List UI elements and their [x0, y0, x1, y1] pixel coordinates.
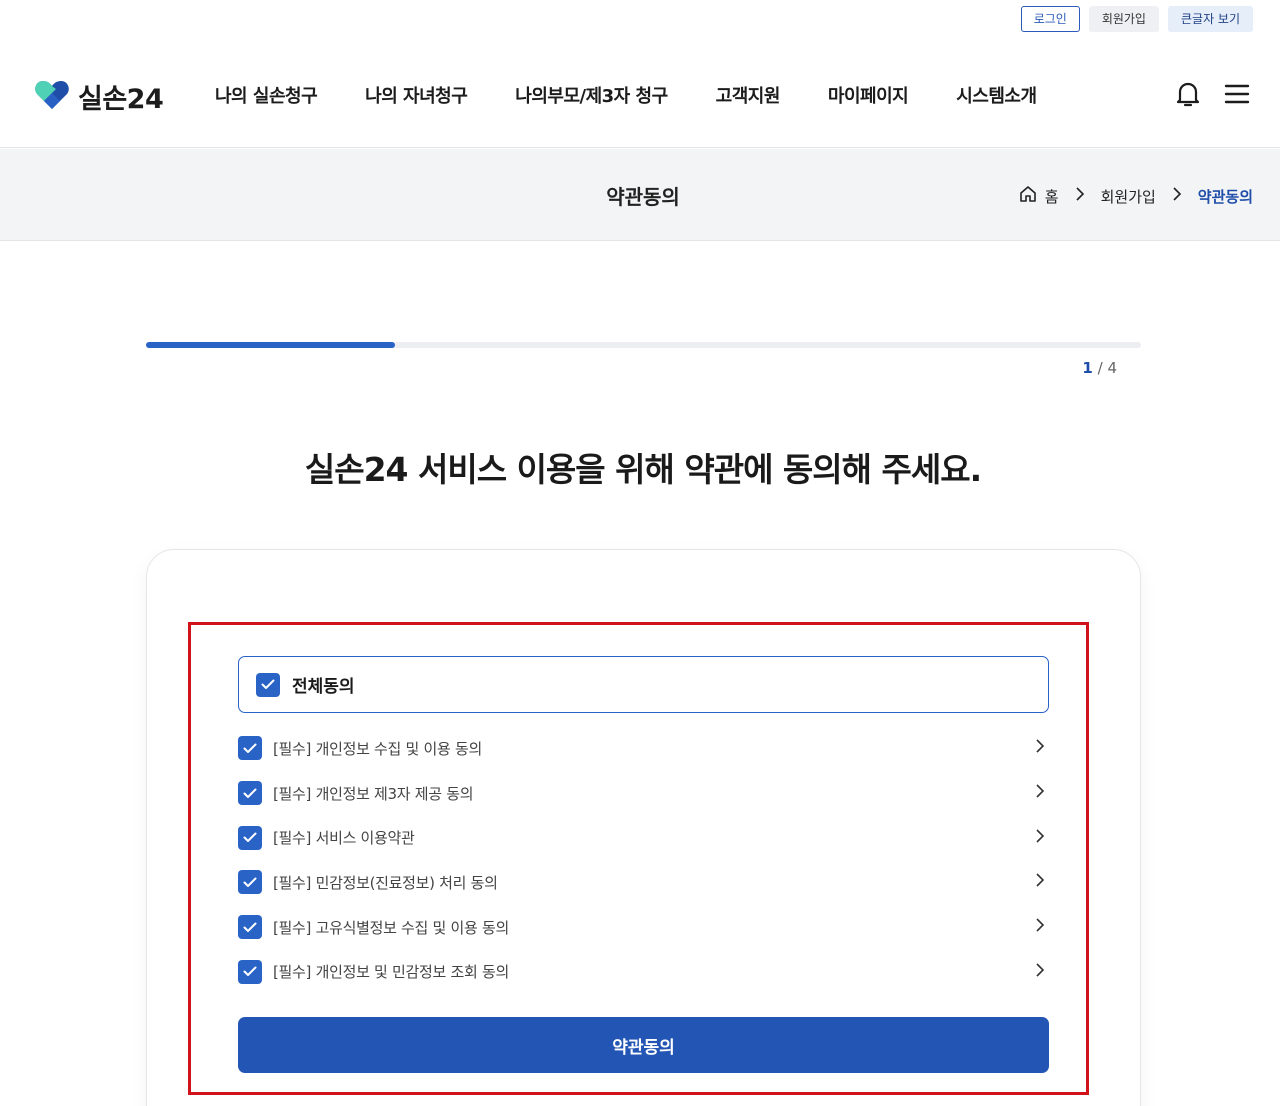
- nav-item-parent-third-claim[interactable]: 나의부모/제3자 청구: [515, 82, 668, 108]
- header-actions: [1174, 80, 1250, 112]
- nav-item-my-claim[interactable]: 나의 실손청구: [215, 82, 318, 108]
- chevron-right-icon[interactable]: [1035, 962, 1045, 982]
- breadcrumb-home[interactable]: 홈: [1019, 185, 1059, 207]
- utility-bar: 로그인 회원가입 큰글자 보기: [1020, 6, 1253, 32]
- main-nav: 나의 실손청구 나의 자녀청구 나의부모/제3자 청구 고객지원 마이페이지 시…: [215, 82, 1037, 108]
- breadcrumb: 홈 회원가입 약관동의: [1019, 185, 1253, 207]
- step-separator: /: [1092, 359, 1108, 377]
- hamburger-menu-icon[interactable]: [1224, 83, 1250, 109]
- breadcrumb-home-label: 홈: [1044, 187, 1059, 206]
- home-icon: [1019, 185, 1037, 207]
- checkbox-checked-icon: [256, 672, 280, 697]
- breadcrumb-current: 약관동의: [1197, 187, 1253, 206]
- chevron-right-icon[interactable]: [1035, 872, 1045, 892]
- progress-bar-fill: [146, 342, 395, 348]
- bell-icon[interactable]: [1174, 80, 1202, 112]
- term-item[interactable]: [필수] 개인정보 제3자 제공 동의: [238, 771, 1049, 816]
- step-current: 1: [1082, 359, 1093, 377]
- chevron-right-icon: [1075, 187, 1085, 205]
- term-item[interactable]: [필수] 민감정보(진료정보) 처리 동의: [238, 860, 1049, 905]
- term-label: [필수] 개인정보 수집 및 이용 동의: [273, 739, 482, 758]
- site-header: 실손24 나의 실손청구 나의 자녀청구 나의부모/제3자 청구 고객지원 마이…: [0, 40, 1280, 148]
- large-text-button[interactable]: 큰글자 보기: [1167, 6, 1253, 32]
- term-label: [필수] 개인정보 제3자 제공 동의: [273, 784, 474, 803]
- agree-submit-button[interactable]: 약관동의: [238, 1017, 1049, 1073]
- brand-name: 실손24: [78, 84, 164, 115]
- nav-item-child-claim[interactable]: 나의 자녀청구: [365, 82, 468, 108]
- login-button[interactable]: 로그인: [1020, 6, 1080, 32]
- term-label: [필수] 민감정보(진료정보) 처리 동의: [273, 873, 498, 892]
- site-logo[interactable]: 실손24: [34, 77, 164, 116]
- term-label: [필수] 서비스 이용약관: [273, 829, 415, 848]
- checkbox-checked-icon[interactable]: [238, 915, 262, 940]
- term-item[interactable]: [필수] 개인정보 및 민감정보 조회 동의: [238, 949, 1049, 994]
- checkbox-checked-icon[interactable]: [238, 736, 262, 761]
- nav-item-support[interactable]: 고객지원: [716, 82, 781, 108]
- agree-all-label: 전체동의: [292, 677, 355, 697]
- term-item[interactable]: [필수] 서비스 이용약관: [238, 815, 1049, 860]
- checkbox-checked-icon[interactable]: [238, 870, 262, 895]
- term-label: [필수] 고유식별정보 수집 및 이용 동의: [273, 918, 509, 937]
- term-item[interactable]: [필수] 개인정보 수집 및 이용 동의: [238, 726, 1049, 771]
- page-title-bar: 약관동의 홈 회원가입 약관동의: [0, 149, 1280, 241]
- heart-logo-icon: [34, 79, 70, 115]
- main-heading: 실손24 서비스 이용을 위해 약관에 동의해 주세요.: [304, 450, 982, 489]
- chevron-right-icon: [1172, 187, 1182, 205]
- agree-all-checkbox[interactable]: 전체동의: [238, 656, 1049, 713]
- chevron-right-icon[interactable]: [1035, 917, 1045, 937]
- term-item[interactable]: [필수] 고유식별정보 수집 및 이용 동의: [238, 905, 1049, 950]
- chevron-right-icon[interactable]: [1035, 783, 1045, 803]
- terms-list: [필수] 개인정보 수집 및 이용 동의 [필수] 개인정보 제3자 제공 동의…: [238, 726, 1049, 994]
- checkbox-checked-icon[interactable]: [238, 959, 262, 984]
- term-label: [필수] 개인정보 및 민감정보 조회 동의: [273, 963, 509, 982]
- step-total: 4: [1107, 359, 1117, 377]
- nav-item-system-intro[interactable]: 시스템소개: [956, 82, 1037, 108]
- nav-item-mypage[interactable]: 마이페이지: [828, 82, 909, 108]
- checkbox-checked-icon[interactable]: [238, 825, 262, 850]
- chevron-right-icon[interactable]: [1035, 828, 1045, 848]
- chevron-right-icon[interactable]: [1035, 738, 1045, 758]
- step-indicator: 1 / 4: [1082, 359, 1117, 377]
- breadcrumb-join[interactable]: 회원가입: [1101, 186, 1156, 207]
- join-button[interactable]: 회원가입: [1088, 6, 1159, 32]
- checkbox-checked-icon[interactable]: [238, 781, 262, 806]
- progress-bar: [146, 342, 1141, 348]
